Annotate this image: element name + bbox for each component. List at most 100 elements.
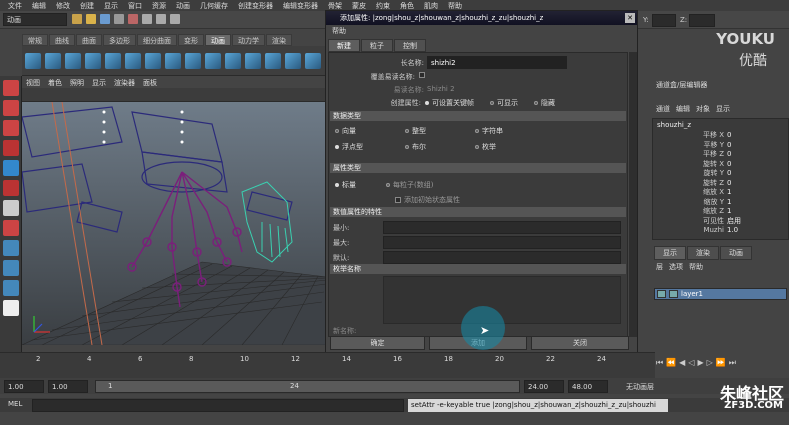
new-scene-icon[interactable] <box>72 14 82 24</box>
channel-box-menu-item[interactable]: 显示 <box>716 104 730 114</box>
channel-value[interactable]: 1 <box>727 188 731 198</box>
layer-tab[interactable]: 显示 <box>654 246 686 260</box>
per-particle-radio[interactable]: 每粒子(数组) <box>386 180 433 190</box>
layout-single-icon[interactable] <box>3 240 19 256</box>
enum-radio[interactable]: 枚举 <box>475 142 545 152</box>
hidden-radio[interactable]: 隐藏 <box>534 98 555 108</box>
viewport-menu-item[interactable]: 渲染器 <box>110 78 139 88</box>
menu-item[interactable]: 约束 <box>372 1 396 11</box>
channel-value[interactable]: 0 <box>727 169 731 179</box>
manipulator-icon[interactable] <box>3 200 19 216</box>
menu-item[interactable]: 帮助 <box>444 1 468 11</box>
shelf-tool-icon[interactable] <box>25 52 41 69</box>
channel-row[interactable]: 平移 Y0 <box>653 141 788 151</box>
integer-radio[interactable]: 整型 <box>405 126 475 136</box>
shelf-tab[interactable]: 细分曲面 <box>137 34 177 46</box>
viewport-menu-item[interactable]: 视图 <box>22 78 44 88</box>
layer-tab[interactable]: 动画 <box>720 246 752 260</box>
last-tool-icon[interactable] <box>3 220 19 236</box>
channel-box-menu-item[interactable]: 对象 <box>696 104 710 114</box>
menu-item[interactable]: 骨架 <box>324 1 348 11</box>
channel-row[interactable]: 平移 Z0 <box>653 150 788 160</box>
menu-item[interactable]: 蒙皮 <box>348 1 372 11</box>
menu-item[interactable]: 编辑变形器 <box>279 1 324 11</box>
menu-item[interactable]: 编辑 <box>28 1 52 11</box>
layer-type-toggle[interactable] <box>669 290 678 298</box>
coord-y-field[interactable] <box>652 14 676 27</box>
menu-item[interactable]: 文件 <box>4 1 28 11</box>
shelf-tool-icon[interactable] <box>105 52 121 69</box>
lasso-tool-icon[interactable] <box>3 100 19 116</box>
menu-item[interactable]: 创建变形器 <box>234 1 279 11</box>
viewport-menu-item[interactable]: 照明 <box>66 78 88 88</box>
viewport[interactable] <box>22 102 327 345</box>
step-forward-icon[interactable]: ▷ <box>707 358 713 368</box>
channel-row[interactable]: 缩放 X1 <box>653 188 788 198</box>
channel-value[interactable]: 1 <box>727 207 731 217</box>
mel-label[interactable]: MEL <box>8 400 22 408</box>
shelf-tool-icon[interactable] <box>45 52 61 69</box>
menu-item[interactable]: 资源 <box>148 1 172 11</box>
maximum-input[interactable] <box>383 236 621 249</box>
menu-item[interactable]: 几何缓存 <box>196 1 234 11</box>
channel-row[interactable]: 旋转 X0 <box>653 160 788 170</box>
shelf-tool-icon[interactable] <box>165 52 181 69</box>
shelf-tool-icon[interactable] <box>185 52 201 69</box>
command-input[interactable] <box>32 399 404 412</box>
layout-blank-icon[interactable] <box>3 300 19 316</box>
close-button[interactable]: 关闭 <box>531 336 629 350</box>
shelf-tab[interactable]: 曲面 <box>76 34 102 46</box>
channel-box-menu-item[interactable]: 通道 <box>656 104 670 114</box>
channel-row[interactable]: 平移 X0 <box>653 131 788 141</box>
shelf-tab[interactable]: 曲线 <box>49 34 75 46</box>
vector-radio[interactable]: 向量 <box>335 126 405 136</box>
channel-value[interactable]: 0 <box>727 141 731 151</box>
dialog-tab[interactable]: 控制 <box>394 39 426 52</box>
dialog-tab[interactable]: 新建 <box>328 39 360 52</box>
menu-item[interactable]: 窗口 <box>124 1 148 11</box>
shelf-tool-icon[interactable] <box>145 52 161 69</box>
menu-item[interactable]: 修改 <box>52 1 76 11</box>
play-forward-icon[interactable]: ▶ <box>697 358 703 368</box>
displayable-radio[interactable]: 可显示 <box>490 98 518 108</box>
channel-row[interactable]: 缩放 Z1 <box>653 207 788 217</box>
end-time-field[interactable]: 48.00 <box>568 380 608 393</box>
menu-item[interactable]: 显示 <box>100 1 124 11</box>
dialog-tab[interactable]: 粒子 <box>361 39 393 52</box>
snap-curve-icon[interactable] <box>156 14 166 24</box>
coord-z-field[interactable] <box>689 14 715 27</box>
select-tool-icon[interactable] <box>3 80 19 96</box>
scalar-radio[interactable]: 标量 <box>335 180 356 190</box>
rotate-tool-icon[interactable] <box>3 160 19 176</box>
float-radio[interactable]: 浮点型 <box>335 142 405 152</box>
select-hierarchy-icon[interactable] <box>114 14 124 24</box>
step-back-key-icon[interactable]: ⏪ <box>666 358 676 368</box>
shelf-tool-icon[interactable] <box>225 52 241 69</box>
viewport-menu-item[interactable]: 显示 <box>88 78 110 88</box>
channel-value[interactable]: 0 <box>727 179 731 189</box>
initial-state-option[interactable]: 添加初始状态属性 <box>395 195 460 205</box>
layout-outliner-icon[interactable] <box>3 280 19 296</box>
paint-select-icon[interactable] <box>3 120 19 136</box>
shelf-tool-icon[interactable] <box>125 52 141 69</box>
string-radio[interactable]: 字符串 <box>475 126 545 136</box>
long-name-input[interactable]: shizhi2 <box>427 56 567 69</box>
viewport-menu-item[interactable]: 面板 <box>139 78 161 88</box>
menu-item[interactable]: 肌肉 <box>420 1 444 11</box>
channel-row[interactable]: 缩放 Y1 <box>653 198 788 208</box>
shelf-tool-icon[interactable] <box>305 52 321 69</box>
range-slider[interactable]: 1 24 <box>95 380 520 393</box>
snap-point-icon[interactable] <box>170 14 180 24</box>
keyable-radio[interactable]: 可设置关键帧 <box>425 98 474 108</box>
channel-row[interactable]: 可见性 启用 <box>653 217 788 227</box>
channel-value[interactable]: 0 <box>727 131 731 141</box>
open-scene-icon[interactable] <box>86 14 96 24</box>
shelf-tool-icon[interactable] <box>65 52 81 69</box>
shelf-tab[interactable]: 动画 <box>205 34 231 46</box>
step-back-icon[interactable]: ◀ <box>679 358 685 368</box>
shelf-tool-icon[interactable] <box>85 52 101 69</box>
dialog-help-menu[interactable]: 帮助 <box>326 25 637 37</box>
channel-value[interactable]: 0 <box>727 160 731 170</box>
playback-start-field[interactable]: 1.00 <box>48 380 88 393</box>
channel-value[interactable]: 1.0 <box>727 226 738 236</box>
